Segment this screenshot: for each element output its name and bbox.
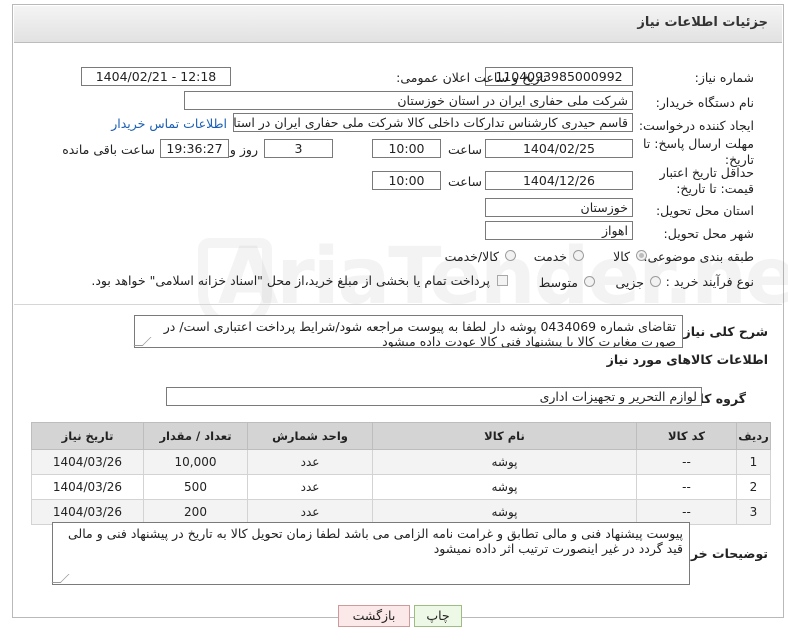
treasury-payment-note: پرداخت تمام یا بخشی از مبلغ خرید،از محل … [91, 273, 490, 288]
row-number-cell: 3 [736, 499, 771, 525]
panel-header: جزئیات اطلاعات نیاز [14, 6, 782, 43]
buyer-org-field: شرکت ملی حفاری ایران در استان خوزستان [184, 91, 633, 110]
process-minor-label: جزیی [615, 275, 644, 290]
category-goods-service-radio[interactable] [505, 250, 516, 261]
print-button[interactable]: چاپ [414, 605, 462, 627]
category-service-label: خدمت [533, 249, 567, 264]
description-textarea[interactable]: تقاضای شماره 0434069 پوشه دار لطفا به پی… [134, 315, 683, 348]
col-unit: واحد شمارش [247, 422, 373, 450]
buyer-org-label: نام دستگاه خریدار: [655, 95, 754, 110]
buyer-contact-link[interactable]: اطلاعات تماس خریدار [111, 116, 227, 131]
days-remaining-field: 3 [264, 139, 333, 158]
days-label: روز و [229, 142, 258, 157]
price-validity-time-field: 10:00 [372, 171, 441, 190]
deadline-time-label: ساعت [447, 142, 482, 157]
province-field: خوزستان [485, 198, 633, 217]
col-item-code: کد کالا [636, 422, 737, 450]
item-name-cell: پوشه [372, 449, 637, 475]
city-field: اهواز [485, 221, 633, 240]
category-goods-service-label: کالا/خدمت [444, 249, 499, 264]
table-row: 3 -- پوشه عدد 200 1404/03/26 [31, 499, 771, 525]
unit-cell: عدد [247, 499, 373, 525]
quantity-cell: 10,000 [143, 449, 248, 475]
item-code-cell: -- [636, 449, 737, 475]
category-goods-radio[interactable] [636, 250, 647, 261]
table-row: 2 -- پوشه عدد 500 1404/03/26 [31, 474, 771, 500]
creator-label: ایجاد کننده درخواست: [638, 118, 754, 133]
description-text: تقاضای شماره 0434069 پوشه دار لطفا به پی… [163, 319, 676, 348]
unit-cell: عدد [247, 449, 373, 475]
goods-section-title: اطلاعات کالاهای مورد نیاز [606, 352, 768, 367]
category-service-radio[interactable] [573, 250, 584, 261]
item-code-cell: -- [636, 499, 737, 525]
buyer-notes-textarea[interactable]: پیوست پیشنهاد فنی و مالی تطابق و غرامت ن… [52, 522, 690, 585]
remaining-time-label: ساعت باقی مانده [62, 142, 155, 157]
process-minor-radio[interactable] [650, 276, 661, 287]
price-validity-time-label: ساعت [447, 174, 482, 189]
purchase-process-label: نوع فرآیند خرید : [665, 274, 754, 289]
col-need-date: تاریخ نیاز [31, 422, 144, 450]
process-medium-label: متوسط [538, 275, 578, 290]
announce-datetime-field: 1404/02/21 - 12:18 [81, 67, 231, 86]
item-code-cell: -- [636, 474, 737, 500]
col-item-name: نام کالا [372, 422, 637, 450]
col-row-number: ردیف [736, 422, 771, 450]
table-row: 1 -- پوشه عدد 10,000 1404/03/26 [31, 449, 771, 475]
remaining-time-field: 19:36:27 [160, 139, 229, 158]
need-date-cell: 1404/03/26 [31, 499, 144, 525]
process-medium-radio[interactable] [584, 276, 595, 287]
quantity-cell: 200 [143, 499, 248, 525]
goods-group-field: لوازم التحریر و تجهیزات اداری [166, 387, 702, 406]
quantity-cell: 500 [143, 474, 248, 500]
row-number-cell: 1 [736, 449, 771, 475]
city-label: شهر محل تحویل: [663, 226, 754, 241]
item-name-cell: پوشه [372, 499, 637, 525]
deadline-date-field: 1404/02/25 [485, 139, 633, 158]
goods-table: ردیف کد کالا نام کالا واحد شمارش تعداد /… [31, 422, 771, 525]
need-number-label: شماره نیاز: [694, 70, 754, 85]
section-divider [14, 304, 782, 305]
category-goods-label: کالا [613, 249, 630, 264]
row-number-cell: 2 [736, 474, 771, 500]
need-date-cell: 1404/03/26 [31, 474, 144, 500]
treasury-payment-checkbox[interactable] [497, 275, 508, 286]
col-quantity: تعداد / مقدار [143, 422, 248, 450]
need-date-cell: 1404/03/26 [31, 449, 144, 475]
item-name-cell: پوشه [372, 474, 637, 500]
creator-field: قاسم حیدری کارشناس تدارکات داخلی کالا شر… [233, 113, 633, 132]
province-label: استان محل تحویل: [655, 203, 754, 218]
price-validity-label: حداقل تاریخ اعتبار قیمت: تا تاریخ: [659, 165, 754, 196]
back-button[interactable]: بازگشت [338, 605, 410, 627]
deadline-label: مهلت ارسال پاسخ: تا تاریخ: [643, 136, 754, 167]
announce-label: تاریخ و ساعت اعلان عمومی: [396, 70, 547, 85]
price-validity-date-field: 1404/12/26 [485, 171, 633, 190]
goods-table-header-row: ردیف کد کالا نام کالا واحد شمارش تعداد /… [31, 422, 771, 450]
unit-cell: عدد [247, 474, 373, 500]
buyer-notes-text: پیوست پیشنهاد فنی و مالی تطابق و غرامت ن… [67, 526, 683, 556]
category-label: طبقه بندی موضوعی: [643, 249, 754, 264]
description-label: شرح کلی نیاز: [678, 324, 768, 339]
deadline-time-field: 10:00 [372, 139, 441, 158]
page-title: جزئیات اطلاعات نیاز [637, 15, 768, 30]
